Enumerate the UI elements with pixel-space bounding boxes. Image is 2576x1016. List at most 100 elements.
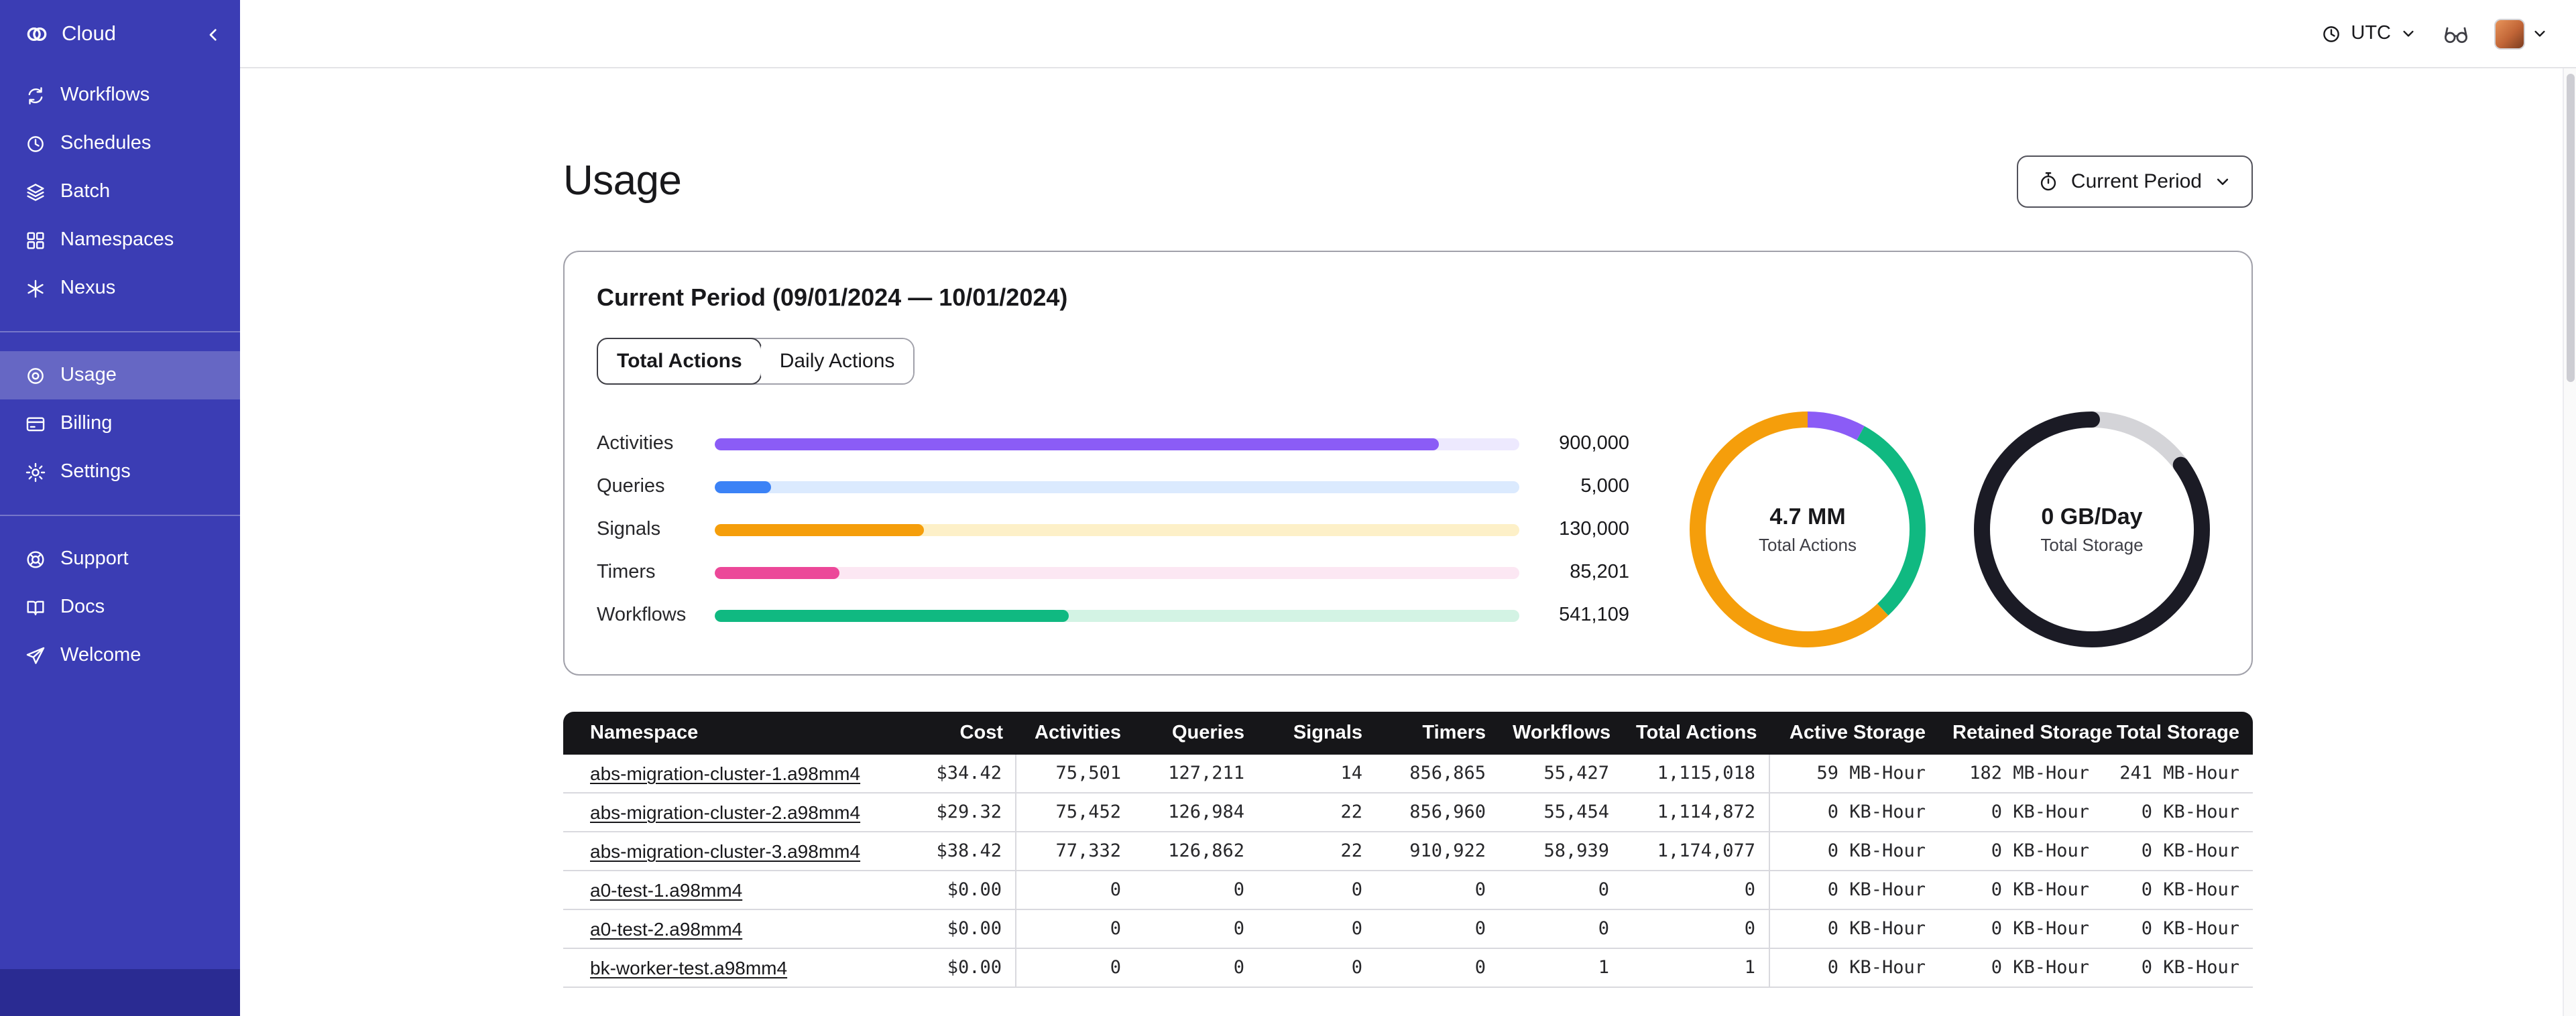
bar-row-timers: Timers 85,201 <box>597 551 1629 594</box>
cell-queries: 0 <box>1134 949 1258 988</box>
bar-value: 900,000 <box>1559 433 1629 454</box>
cell-total-storage: 0 KB-Hour <box>2103 949 2253 988</box>
sidebar-item-label: Welcome <box>60 645 141 666</box>
chevron-down-icon <box>2534 30 2545 37</box>
bar-label: Queries <box>597 476 665 497</box>
topbar: UTC <box>240 0 2576 68</box>
sidebar-item-workflows[interactable]: Workflows <box>0 71 240 119</box>
period-selector-button[interactable]: Current Period <box>2017 155 2253 207</box>
cell-total-storage: 0 KB-Hour <box>2103 871 2253 910</box>
cell-total-actions: 0 <box>1623 871 1770 910</box>
bar-track <box>715 566 1519 578</box>
cell-workflows: 1 <box>1499 949 1623 988</box>
cell-timers: 856,960 <box>1376 793 1499 832</box>
sidebar-item-support[interactable]: Support <box>0 535 240 583</box>
cell-activities: 77,332 <box>1016 832 1134 871</box>
namespace-link[interactable]: abs-migration-cluster-2.a98mm4 <box>590 802 860 823</box>
namespace-link[interactable]: abs-migration-cluster-3.a98mm4 <box>590 840 860 862</box>
table-row: a0-test-1.a98mm4 $0.00 0 0 0 0 0 0 0 KB-… <box>563 871 2253 910</box>
tab-daily-actions[interactable]: Daily Actions <box>760 339 914 383</box>
cell-activities: 75,452 <box>1016 793 1134 832</box>
namespace-link[interactable]: a0-test-1.a98mm4 <box>590 879 742 901</box>
sidebar-item-label: Settings <box>60 461 131 483</box>
cell-active-storage: 59 MB-Hour <box>1770 755 1939 793</box>
cell-active-storage: 0 KB-Hour <box>1770 832 1939 871</box>
cell-queries: 126,984 <box>1134 793 1258 832</box>
cell-timers: 856,865 <box>1376 755 1499 793</box>
sidebar-item-batch[interactable]: Batch <box>0 168 240 216</box>
actions-bar-chart: Activities 900,000 Queries 5,000 Signals <box>597 422 1629 637</box>
sidebar-item-settings[interactable]: Settings <box>0 448 240 496</box>
namespace-link[interactable]: a0-test-2.a98mm4 <box>590 918 742 940</box>
total-storage-value: 0 GB/Day <box>2041 504 2143 529</box>
brand-label: Cloud <box>62 22 116 45</box>
table-row: bk-worker-test.a98mm4 $0.00 0 0 0 0 1 1 … <box>563 949 2253 988</box>
col-queries: Queries <box>1134 712 1258 755</box>
col-active-storage: Active Storage <box>1770 712 1939 755</box>
cell-queries: 0 <box>1134 871 1258 910</box>
billing-icon <box>26 416 45 431</box>
donut-center: 0 GB/Day Total Storage <box>1974 411 2210 647</box>
cell-signals: 0 <box>1258 949 1376 988</box>
sidebar-item-namespaces[interactable]: Namespaces <box>0 216 240 264</box>
col-activities: Activities <box>1016 712 1134 755</box>
bar-value: 541,109 <box>1559 605 1629 626</box>
collapse-sidebar-icon[interactable] <box>202 23 224 45</box>
user-menu[interactable] <box>2494 18 2549 49</box>
cell-workflows: 0 <box>1499 910 1623 949</box>
cell-workflows: 0 <box>1499 871 1623 910</box>
chevron-down-icon <box>2403 30 2414 37</box>
timezone-label: UTC <box>2351 23 2391 44</box>
col-cost: Cost <box>888 712 1016 755</box>
bar-value: 85,201 <box>1570 562 1629 583</box>
cell-signals: 0 <box>1258 871 1376 910</box>
user-avatar[interactable] <box>2494 18 2525 49</box>
usage-icon <box>27 367 44 383</box>
cell-active-storage: 0 KB-Hour <box>1770 793 1939 832</box>
tab-total-actions[interactable]: Total Actions <box>597 338 762 385</box>
sidebar-item-docs[interactable]: Docs <box>0 583 240 631</box>
cell-retained-storage: 0 KB-Hour <box>1939 949 2103 988</box>
cell-workflows: 55,454 <box>1499 793 1623 832</box>
bar-fill <box>715 523 924 535</box>
cell-retained-storage: 0 KB-Hour <box>1939 910 2103 949</box>
cell-activities: 0 <box>1016 871 1134 910</box>
sidebar-item-billing[interactable]: Billing <box>0 399 240 448</box>
sidebar-nav-primary: Workflows Schedules Batch Namespaces Nex… <box>0 68 240 312</box>
temporal-logo-icon <box>27 27 47 42</box>
bar-value: 130,000 <box>1559 519 1629 540</box>
main-content: Usage Current Period Current Period (09/… <box>240 68 2576 1016</box>
total-actions-value: 4.7 MM <box>1769 504 1846 529</box>
cell-activities: 0 <box>1016 949 1134 988</box>
labs-glasses-icon[interactable] <box>2442 19 2470 48</box>
sidebar-item-schedules[interactable]: Schedules <box>0 119 240 168</box>
namespace-link[interactable]: bk-worker-test.a98mm4 <box>590 957 787 978</box>
bar-track <box>715 523 1519 535</box>
sidebar-item-label: Batch <box>60 181 111 202</box>
cell-total-actions: 0 <box>1623 910 1770 949</box>
sidebar-item-label: Schedules <box>60 133 152 154</box>
sidebar-item-label: Docs <box>60 596 105 618</box>
sidebar-item-welcome[interactable]: Welcome <box>0 631 240 680</box>
cell-retained-storage: 182 MB-Hour <box>1939 755 2103 793</box>
cell-total-actions: 1,114,872 <box>1623 793 1770 832</box>
sidebar-footer-strip <box>0 969 240 1016</box>
namespace-link[interactable]: abs-migration-cluster-1.a98mm4 <box>590 763 860 784</box>
cell-cost: $29.32 <box>888 793 1016 832</box>
sidebar-item-nexus[interactable]: Nexus <box>0 264 240 312</box>
scrollbar-thumb[interactable] <box>2567 74 2575 382</box>
cell-retained-storage: 0 KB-Hour <box>1939 871 2103 910</box>
cell-queries: 127,211 <box>1134 755 1258 793</box>
table-row: a0-test-2.a98mm4 $0.00 0 0 0 0 0 0 0 KB-… <box>563 910 2253 949</box>
schedules-icon <box>27 135 44 151</box>
timezone-selector[interactable]: UTC <box>2320 22 2418 45</box>
sidebar-item-label: Workflows <box>60 84 150 106</box>
sidebar-nav-footer: Support Docs Welcome <box>0 516 240 680</box>
col-namespace: Namespace <box>563 712 888 755</box>
sidebar-item-usage[interactable]: Usage <box>0 351 240 399</box>
col-timers: Timers <box>1376 712 1499 755</box>
bar-row-workflows: Workflows 541,109 <box>597 594 1629 637</box>
cell-total-actions: 1,115,018 <box>1623 755 1770 793</box>
vertical-scrollbar[interactable] <box>2563 68 2576 1016</box>
stopwatch-icon <box>2041 172 2057 190</box>
